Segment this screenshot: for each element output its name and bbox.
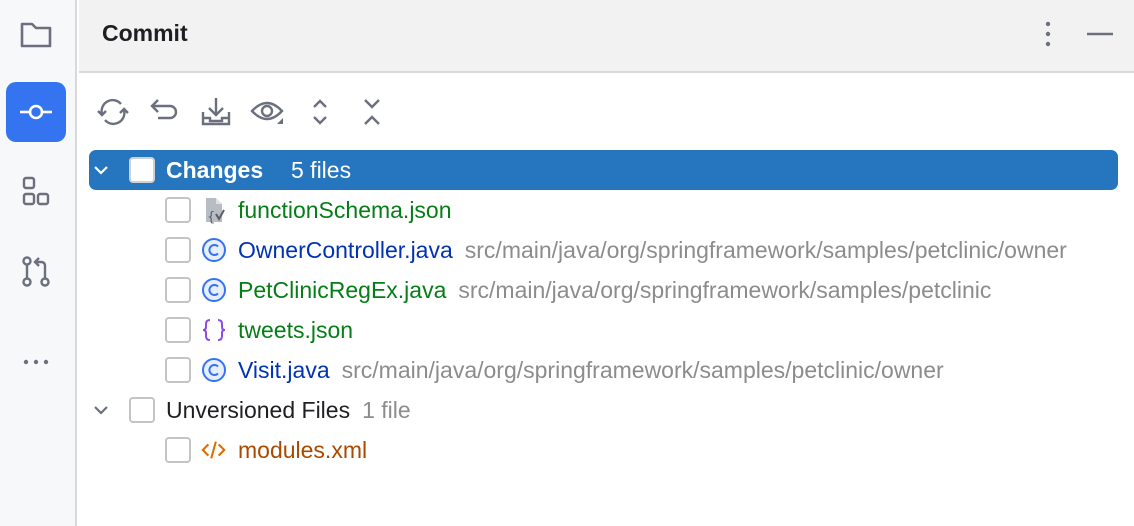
file-path: src/main/java/org/springframework/sample… — [464, 236, 1067, 263]
commit-panel: Commit Changes 5 files {functionSchema.… — [79, 0, 1134, 526]
file-row[interactable]: tweets.json — [89, 310, 1134, 350]
json-schema-icon: { — [201, 196, 229, 224]
file-path: src/main/java/org/springframework/sample… — [458, 276, 992, 303]
file-info: Visit.java src/main/java/org/springframew… — [238, 357, 944, 384]
svg-text:{: { — [207, 210, 215, 224]
file-row[interactable]: modules.xml — [89, 430, 1134, 470]
file-name: tweets.json — [238, 316, 354, 343]
java-class-icon — [200, 276, 228, 304]
chevron-down-icon[interactable] — [90, 159, 112, 181]
file-checkbox[interactable] — [165, 277, 191, 303]
unversioned-label: Unversioned Files — [166, 396, 351, 423]
view-options-button[interactable] — [247, 92, 287, 132]
hide-button[interactable] — [1082, 16, 1118, 52]
more-horizontal-icon — [23, 359, 49, 365]
sidebar-item-commit[interactable] — [6, 82, 66, 142]
file-row[interactable]: { functionSchema.json — [89, 190, 1134, 230]
expand-all-button[interactable] — [300, 92, 340, 132]
changelist-changes[interactable]: Changes 5 files — [89, 150, 1118, 190]
chevron-down-icon[interactable] — [90, 399, 112, 421]
refresh-button[interactable] — [93, 92, 133, 132]
changes-count: 5 files — [291, 156, 352, 183]
changelist-unversioned[interactable]: Unversioned Files 1 file — [89, 390, 1134, 430]
file-row[interactable]: OwnerController.java src/main/java/org/sp… — [89, 230, 1134, 270]
sidebar-item-pull-requests[interactable] — [6, 242, 66, 302]
collapse-all-icon — [364, 99, 380, 125]
file-checkbox[interactable] — [165, 437, 191, 463]
file-checkbox[interactable] — [165, 237, 191, 263]
commit-icon — [20, 104, 52, 120]
expand-all-icon — [313, 99, 327, 125]
tool-window-sidebar — [0, 0, 77, 526]
xml-icon — [200, 436, 228, 464]
refresh-icon — [97, 98, 129, 126]
unversioned-checkbox[interactable] — [129, 397, 155, 423]
file-checkbox[interactable] — [165, 197, 191, 223]
java-class-icon — [200, 236, 228, 264]
file-checkbox[interactable] — [165, 357, 191, 383]
shelve-button[interactable] — [196, 92, 236, 132]
panel-header: Commit — [79, 0, 1134, 73]
java-class-icon — [200, 356, 228, 384]
json-icon — [200, 316, 228, 344]
file-name: OwnerController.java — [238, 236, 453, 263]
file-name: functionSchema.json — [238, 196, 452, 223]
file-row[interactable]: Visit.java src/main/java/org/springframew… — [89, 350, 1134, 390]
file-name: modules.xml — [238, 436, 368, 463]
file-name: PetClinicRegEx.java — [238, 276, 447, 303]
folder-icon — [20, 22, 52, 48]
sidebar-item-project[interactable] — [6, 4, 66, 64]
shelve-icon — [201, 98, 231, 126]
rollback-button[interactable] — [144, 92, 184, 132]
sidebar-item-structure[interactable] — [6, 162, 66, 222]
rollback-icon — [150, 99, 178, 120]
group-info: Unversioned Files 1 file — [166, 397, 411, 424]
changes-label: Changes — [166, 156, 264, 183]
file-info: PetClinicRegEx.java src/main/java/org/spr… — [238, 277, 991, 304]
minimize-icon — [1087, 32, 1113, 36]
options-button[interactable] — [1030, 16, 1066, 52]
more-vertical-icon — [1045, 21, 1051, 47]
unversioned-count: 1 file — [362, 396, 411, 423]
changes-checkbox[interactable] — [129, 157, 155, 183]
collapse-all-button[interactable] — [352, 92, 392, 132]
file-name: Visit.java — [238, 356, 330, 383]
file-row[interactable]: PetClinicRegEx.java src/main/java/org/spr… — [89, 270, 1134, 310]
sidebar-item-more[interactable] — [6, 322, 66, 382]
commit-toolbar — [79, 92, 479, 132]
file-checkbox[interactable] — [165, 317, 191, 343]
panel-title: Commit — [102, 20, 188, 46]
file-path: src/main/java/org/springframework/sample… — [341, 356, 944, 383]
structure-icon — [22, 176, 50, 206]
changes-tree: Changes 5 files { functionSchema.json Ow… — [89, 150, 1134, 470]
pull-request-icon — [22, 256, 50, 287]
eye-icon — [250, 101, 284, 124]
file-info: OwnerController.java src/main/java/org/sp… — [238, 237, 1067, 264]
